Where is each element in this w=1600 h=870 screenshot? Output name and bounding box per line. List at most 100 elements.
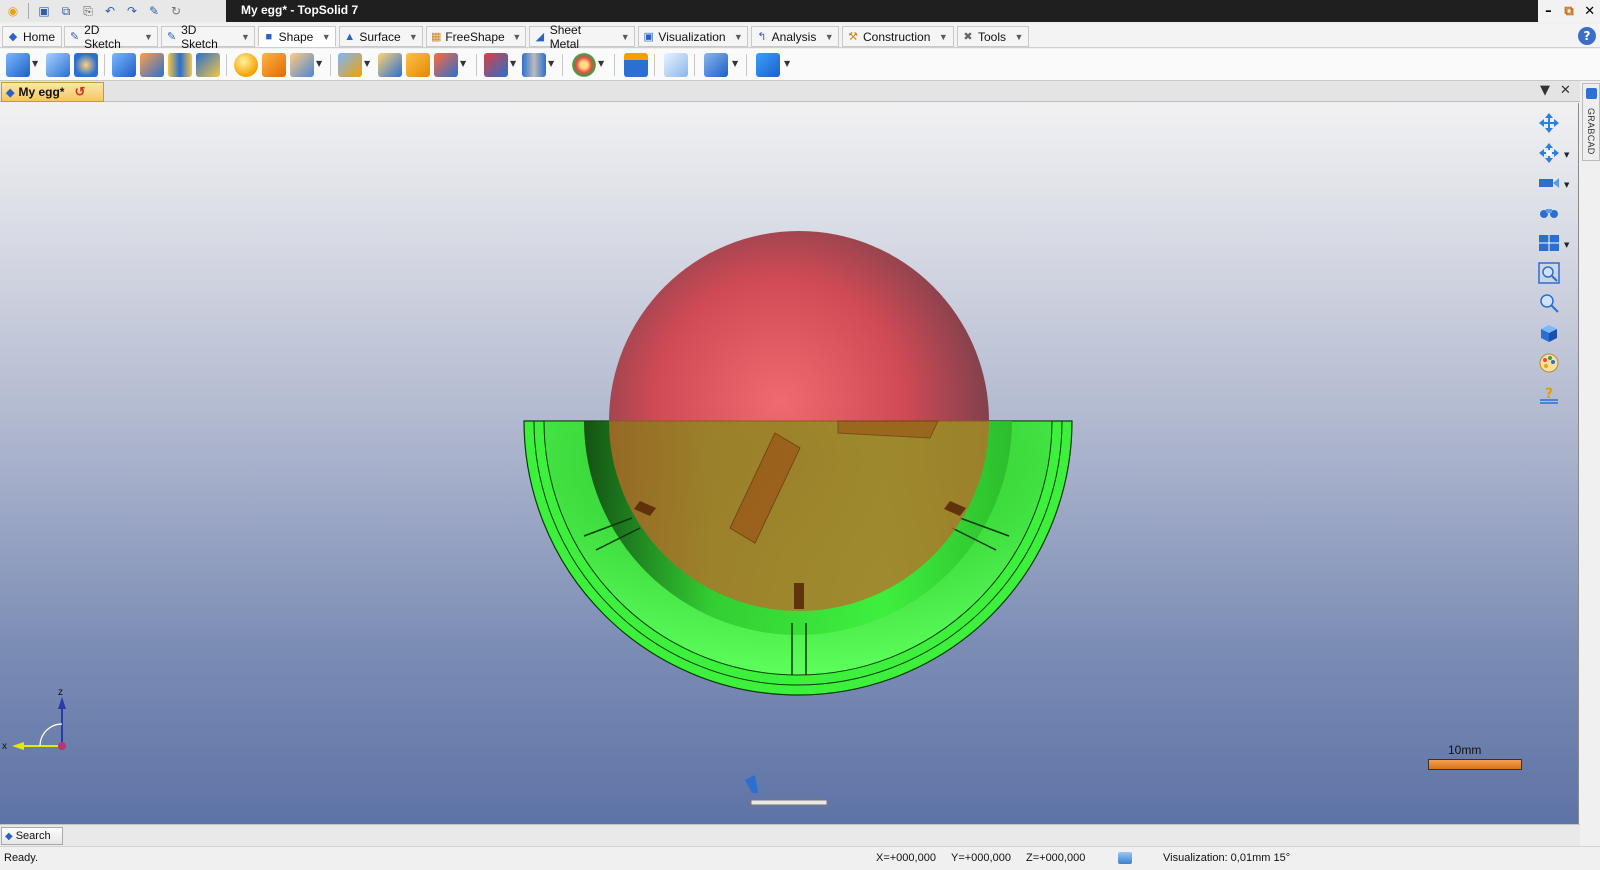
tab-label: 3D Sketch: [181, 22, 218, 51]
visualization-icon[interactable]: [1118, 852, 1132, 864]
ribbon-tabs: ◆ Home ✎ 2D Sketch ▼ ✎ 3D Sketch ▼ ■ Sha…: [0, 23, 1600, 51]
chevron-down-icon[interactable]: ▼: [142, 30, 155, 44]
walk-icon[interactable]: [1536, 201, 1562, 225]
tab-visualization[interactable]: ▣ Visualization ▼: [638, 26, 748, 47]
3d-viewport[interactable]: ▼ ▼ ▼ ? z x 10mm: [0, 103, 1579, 824]
app-menu-icon[interactable]: ◉: [4, 3, 22, 19]
chevron-down-icon[interactable]: ▼: [1564, 151, 1569, 159]
tab-home[interactable]: ◆ Home: [2, 26, 62, 47]
chevron-down-icon[interactable]: ▼: [598, 59, 604, 68]
chevron-down-icon[interactable]: ▼: [732, 59, 738, 68]
chevron-down-icon[interactable]: ▼: [1540, 83, 1550, 98]
chevron-down-icon[interactable]: ▼: [732, 30, 745, 44]
save-icon[interactable]: ▣: [35, 3, 53, 19]
render-palette-icon[interactable]: [1536, 351, 1562, 375]
view-cube-icon[interactable]: [1536, 321, 1562, 345]
tab-shape[interactable]: ■ Shape ▼: [258, 26, 336, 47]
cylinder-icon[interactable]: [46, 53, 70, 77]
separator: [746, 54, 747, 76]
view-handle[interactable]: [745, 775, 828, 806]
move-icon[interactable]: [704, 53, 728, 77]
chevron-down-icon[interactable]: ▼: [1012, 30, 1026, 44]
separator: [654, 54, 655, 76]
document-tab[interactable]: ◆ My egg* ↺: [1, 82, 104, 102]
chevron-down-icon[interactable]: ▼: [1564, 181, 1569, 189]
tab-label: FreeShape: [445, 29, 505, 44]
grabcad-panel-tab[interactable]: GRABCAD: [1582, 83, 1600, 161]
boolean-icon[interactable]: [484, 53, 508, 77]
palette-icon[interactable]: [572, 53, 596, 77]
search-button[interactable]: ◆ Search: [1, 827, 63, 845]
chevron-down-icon[interactable]: ▼: [239, 30, 252, 44]
shell-icon[interactable]: [338, 53, 362, 77]
chevron-down-icon[interactable]: ▼: [511, 30, 523, 44]
split-icon[interactable]: [434, 53, 458, 77]
scale-label: 10mm: [1448, 743, 1482, 757]
zoom-window-icon[interactable]: [1536, 261, 1562, 285]
chevron-down-icon[interactable]: ▼: [32, 59, 38, 68]
close-icon[interactable]: ✕: [1581, 2, 1599, 20]
tab-2d-sketch[interactable]: ✎ 2D Sketch ▼: [64, 23, 158, 51]
minimize-icon[interactable]: –: [1539, 2, 1557, 20]
shape-toolbar: ▼ ▼ ▼ ▼ ▼ ▼ ▼ ▼ ▼: [0, 49, 1600, 81]
chevron-down-icon[interactable]: ▼: [316, 59, 322, 68]
scale-bar: [1428, 759, 1522, 770]
pan-icon[interactable]: [1536, 111, 1562, 135]
tab-construction[interactable]: ⚒ Construction ▼: [842, 26, 954, 47]
axis-triad: [12, 697, 66, 750]
chevron-down-icon[interactable]: ▼: [618, 30, 632, 44]
sphere-body[interactable]: [609, 231, 989, 611]
chevron-down-icon[interactable]: ▼: [407, 30, 420, 44]
analysis-icon: ↰: [757, 31, 767, 43]
material-icon[interactable]: [624, 53, 648, 77]
query-icon[interactable]: ?: [1536, 383, 1562, 407]
pen-icon[interactable]: ✎: [145, 3, 163, 19]
viewports-icon[interactable]: [1536, 231, 1562, 255]
loft-icon[interactable]: [196, 53, 220, 77]
tab-3d-sketch[interactable]: ✎ 3D Sketch ▼: [161, 23, 255, 51]
chevron-down-icon[interactable]: ▼: [364, 59, 370, 68]
freeshape-icon: ▦: [430, 31, 442, 43]
save-all-icon[interactable]: ⧉: [57, 3, 75, 19]
pattern-icon[interactable]: [522, 53, 546, 77]
chevron-down-icon[interactable]: ▼: [460, 59, 466, 68]
refresh-icon[interactable]: ↻: [167, 3, 185, 19]
close-icon[interactable]: ✕: [1560, 83, 1571, 98]
tab-freeshape[interactable]: ▦ FreeShape ▼: [426, 26, 526, 47]
chevron-down-icon[interactable]: ▼: [510, 59, 516, 68]
pocket-icon[interactable]: [140, 53, 164, 77]
grabcad-label: GRABCAD: [1586, 108, 1596, 155]
fillet-icon[interactable]: [262, 53, 286, 77]
camera-icon[interactable]: [1536, 171, 1562, 195]
status-message: Ready.: [4, 852, 39, 864]
extrude-icon[interactable]: [112, 53, 136, 77]
chevron-down-icon[interactable]: ▼: [548, 59, 554, 68]
tab-sheet-metal[interactable]: ◢ Sheet Metal ▼: [529, 23, 635, 51]
tab-label: Construction: [863, 29, 931, 44]
chevron-down-icon[interactable]: ▼: [1564, 241, 1569, 249]
zoom-icon[interactable]: [1536, 291, 1562, 315]
draft-icon[interactable]: [378, 53, 402, 77]
sweep-icon[interactable]: [168, 53, 192, 77]
print-icon[interactable]: ⎘: [79, 3, 97, 19]
block-icon[interactable]: [6, 53, 30, 77]
transparency-icon[interactable]: [664, 53, 688, 77]
redo-icon[interactable]: ↷: [123, 3, 141, 19]
rotate-icon[interactable]: [1536, 141, 1562, 165]
revolve-icon[interactable]: [74, 53, 98, 77]
chevron-down-icon[interactable]: ▼: [784, 59, 790, 68]
chevron-down-icon[interactable]: ▼: [936, 30, 950, 44]
sphere-icon[interactable]: [234, 53, 258, 77]
tab-surface[interactable]: ▲ Surface ▼: [339, 26, 423, 47]
tab-tools[interactable]: ✖ Tools ▼: [957, 26, 1029, 47]
tab-analysis[interactable]: ↰ Analysis ▼: [751, 26, 839, 47]
chevron-down-icon[interactable]: ▼: [319, 30, 333, 44]
chamfer-icon[interactable]: [290, 53, 314, 77]
operation-icon[interactable]: [756, 53, 780, 77]
restore-icon[interactable]: ⧉: [1560, 2, 1578, 20]
separator: [694, 54, 695, 76]
help-icon[interactable]: ?: [1578, 27, 1596, 45]
undo-icon[interactable]: ↶: [101, 3, 119, 19]
thicken-icon[interactable]: [406, 53, 430, 77]
chevron-down-icon[interactable]: ▼: [822, 30, 836, 44]
